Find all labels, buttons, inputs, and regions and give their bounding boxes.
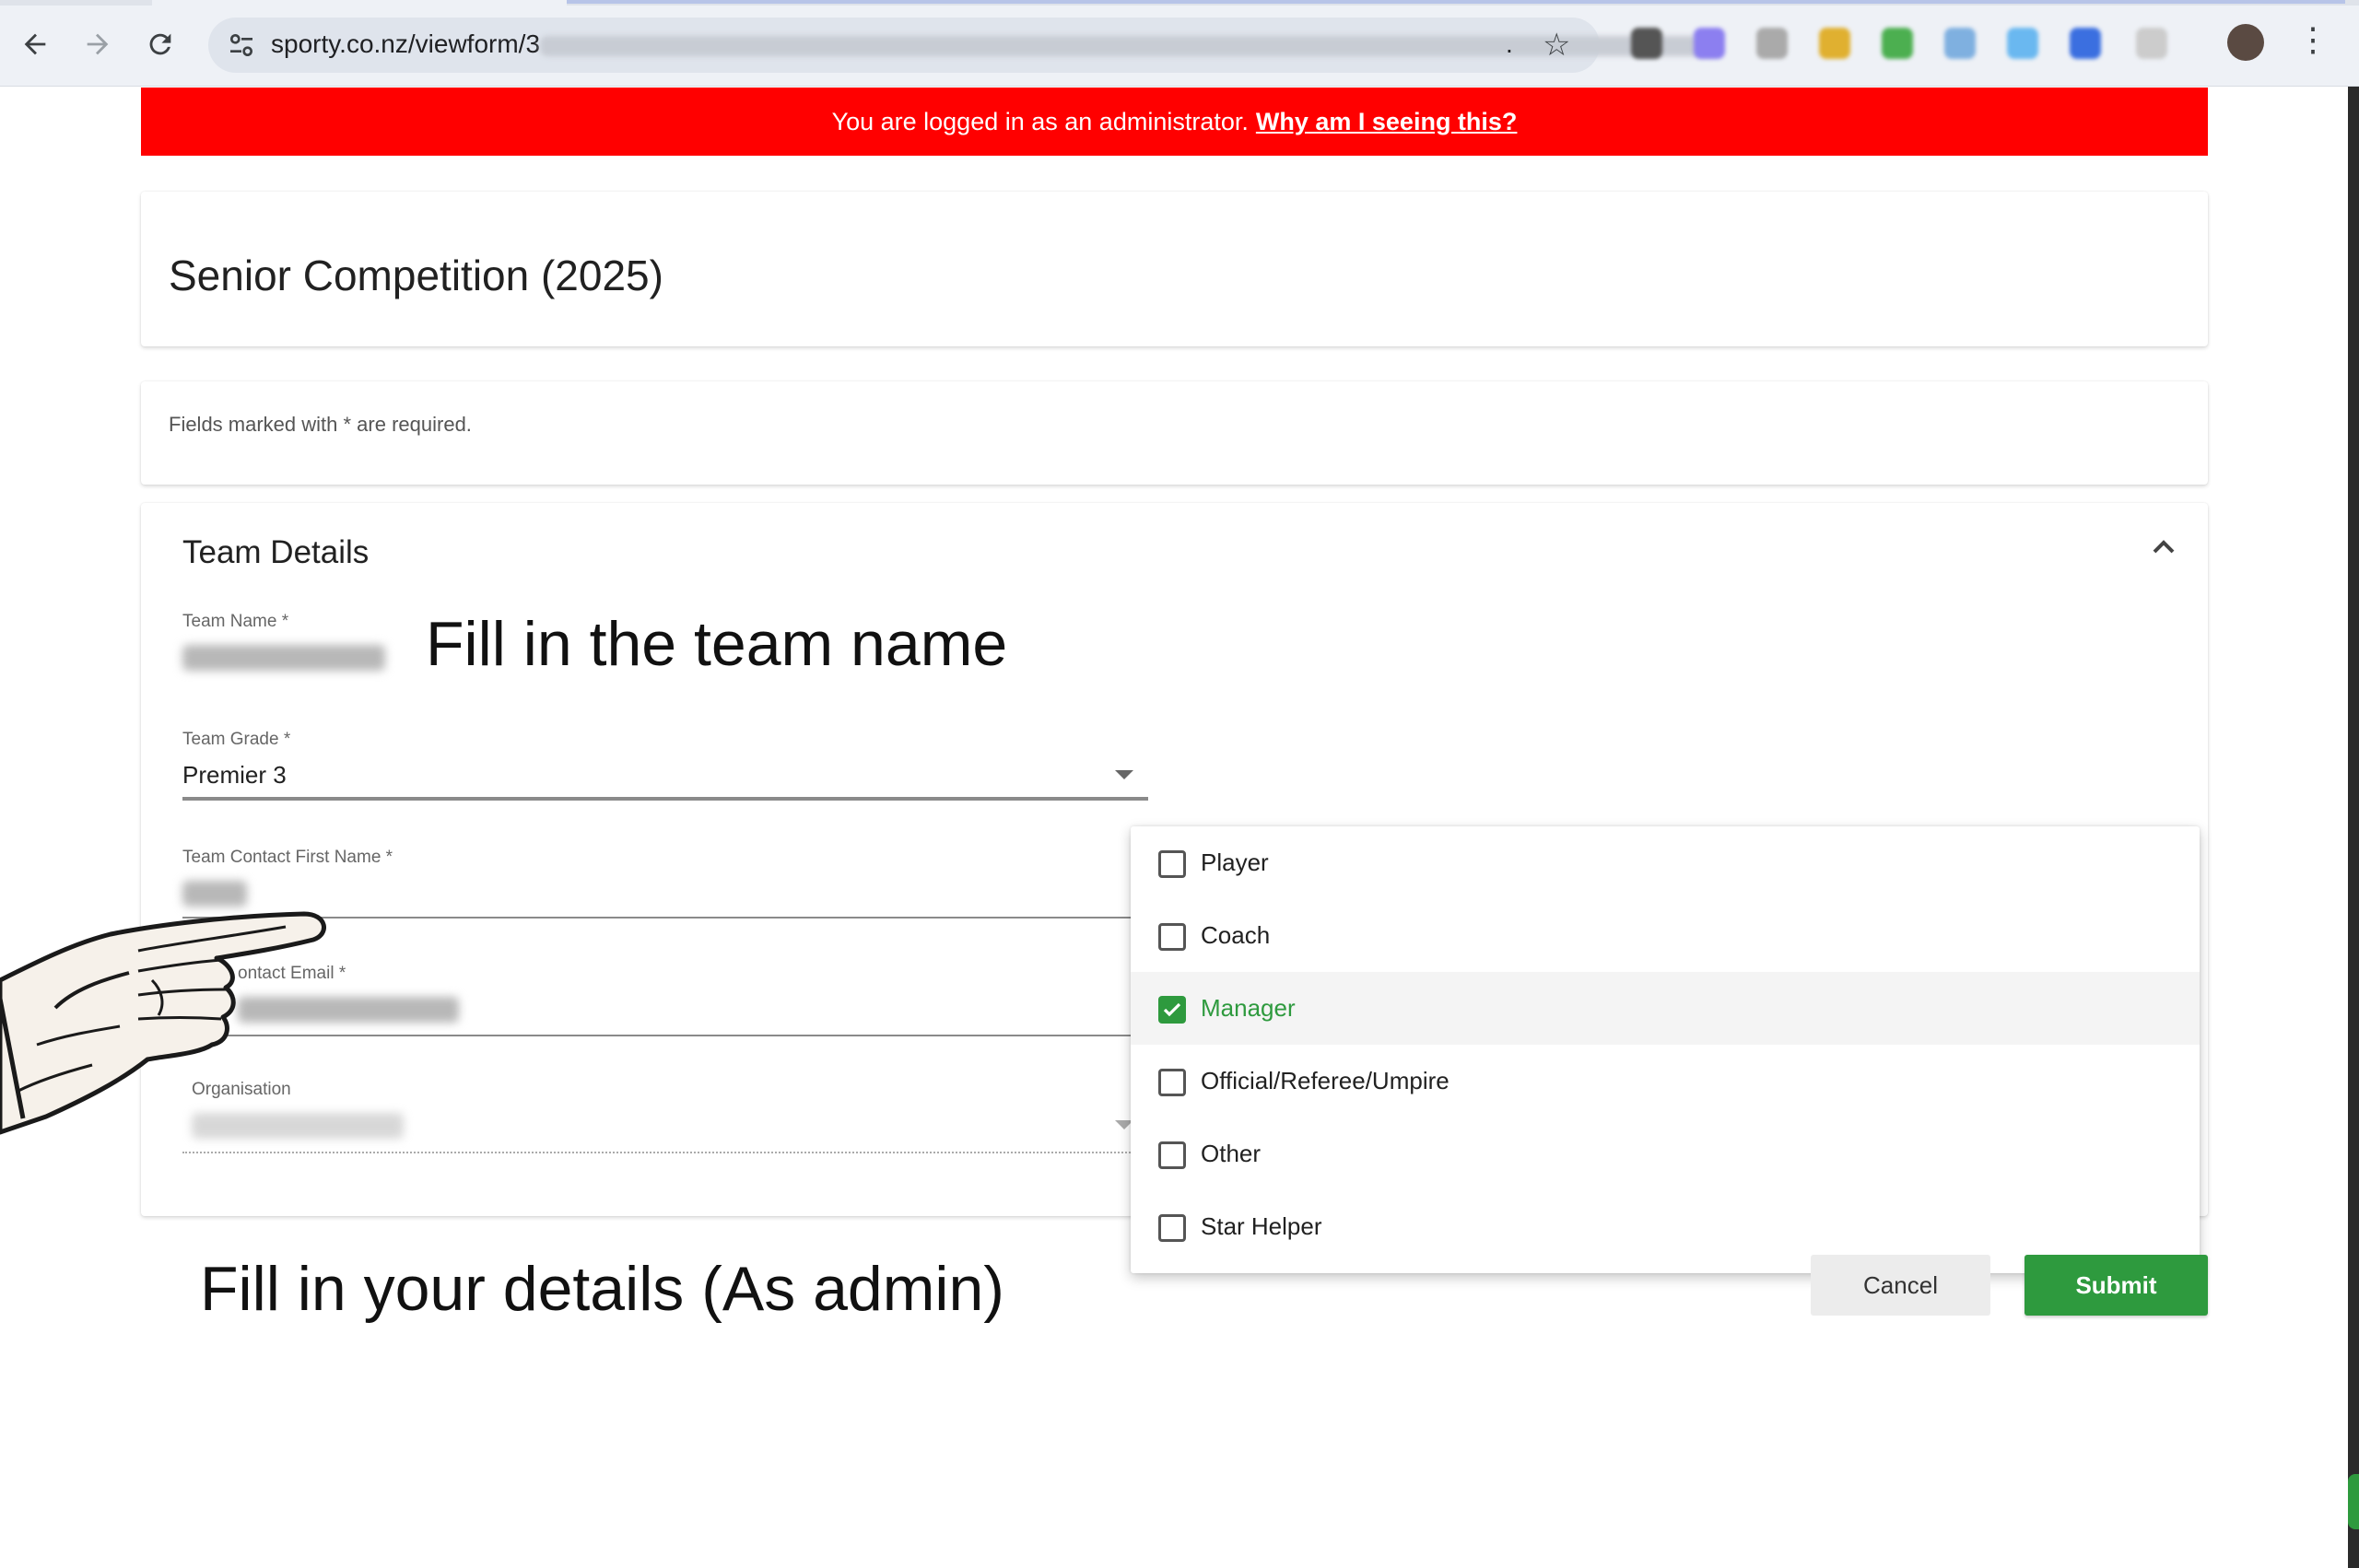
profile-avatar[interactable] (2227, 24, 2264, 61)
browser-menu-icon[interactable]: ⋮ (2296, 20, 2330, 59)
section-title: Team Details (182, 534, 370, 570)
back-icon[interactable] (17, 26, 53, 63)
team-grade-select[interactable]: Team Grade * Premier 3 (182, 730, 1148, 805)
url-text[interactable]: sporty.co.nz/viewform/3 (271, 29, 540, 59)
site-settings-icon[interactable] (227, 30, 256, 60)
extension-icon[interactable] (1631, 28, 1662, 59)
role-option-label: Player (1201, 848, 1269, 876)
collapse-chevron-icon[interactable] (2145, 529, 2182, 566)
role-option[interactable]: Star Helper (1131, 1190, 2200, 1263)
forward-icon[interactable] (79, 26, 116, 63)
browser-toolbar: sporty.co.nz/viewform/3 . ☆ ⋮ (0, 0, 2359, 87)
pointing-hand-icon (0, 911, 326, 1135)
url-tail: . (1506, 29, 1513, 58)
admin-banner: You are logged in as an administrator. W… (141, 88, 2208, 156)
role-dropdown-menu: Player Coach Manager Official/Referee/Um… (1131, 826, 2200, 1273)
role-option-label: Manager (1201, 994, 1296, 1022)
role-option[interactable]: Official/Referee/Umpire (1131, 1045, 2200, 1117)
extensions-puzzle-icon[interactable] (2136, 28, 2167, 59)
extension-icon[interactable] (2070, 28, 2101, 59)
required-note: Fields marked with * are required. (169, 413, 472, 436)
checked-checkbox-icon[interactable] (1158, 996, 1186, 1024)
admin-banner-text: You are logged in as an administrator. (831, 107, 1249, 135)
extension-icon[interactable] (1819, 28, 1850, 59)
role-option-selected[interactable]: Manager (1131, 972, 2200, 1045)
checkbox-icon[interactable] (1158, 850, 1186, 878)
checkbox-icon[interactable] (1158, 923, 1186, 951)
contact-first-name-redacted (182, 881, 247, 907)
role-option-label: Other (1201, 1140, 1262, 1167)
cancel-button[interactable]: Cancel (1811, 1255, 1990, 1316)
role-option[interactable]: Other (1131, 1117, 2200, 1190)
checkbox-icon[interactable] (1158, 1141, 1186, 1169)
extension-icon[interactable] (2007, 28, 2038, 59)
required-note-card: Fields marked with * are required. (141, 381, 2208, 485)
extension-icon[interactable] (1944, 28, 1976, 59)
team-name-value-redacted (182, 645, 385, 671)
form-title-card: Senior Competition (2025) (141, 192, 2208, 346)
contact-first-name-label: Team Contact First Name * (182, 848, 393, 867)
role-option-label: Coach (1201, 921, 1271, 949)
team-name-label: Team Name * (182, 612, 289, 631)
bookmark-star-icon[interactable]: ☆ (1543, 27, 1570, 64)
window-edge (2348, 87, 2359, 1568)
why-am-i-seeing-this-link[interactable]: Why am I seeing this? (1256, 108, 1518, 136)
annotation-details: Fill in your details (As admin) (200, 1254, 1004, 1324)
team-grade-label: Team Grade * (182, 730, 291, 749)
organisation-underline (182, 1152, 1148, 1153)
annotation-team-name: Fill in the team name (426, 609, 1008, 679)
role-option-label: Star Helper (1201, 1212, 1322, 1240)
team-grade-underline (182, 799, 1148, 801)
checkbox-icon[interactable] (1158, 1214, 1186, 1242)
address-bar[interactable]: sporty.co.nz/viewform/3 . ☆ (208, 18, 1719, 73)
role-option[interactable]: Coach (1131, 899, 2200, 972)
tab-strip (0, 0, 2359, 6)
checkbox-icon[interactable] (1158, 1069, 1186, 1096)
extension-icon[interactable] (1882, 28, 1913, 59)
extension-icon[interactable] (1756, 28, 1788, 59)
team-grade-value: Premier 3 (182, 761, 287, 789)
extension-icon[interactable] (1694, 28, 1725, 59)
role-option[interactable]: Player (1131, 826, 2200, 899)
side-widget-tab[interactable] (2348, 1474, 2359, 1529)
submit-button[interactable]: Submit (2025, 1255, 2208, 1316)
role-option-label: Official/Referee/Umpire (1201, 1067, 1449, 1094)
dropdown-arrow-icon[interactable] (1115, 770, 1133, 779)
form-title: Senior Competition (2025) (169, 252, 663, 299)
reload-icon[interactable] (142, 26, 179, 63)
